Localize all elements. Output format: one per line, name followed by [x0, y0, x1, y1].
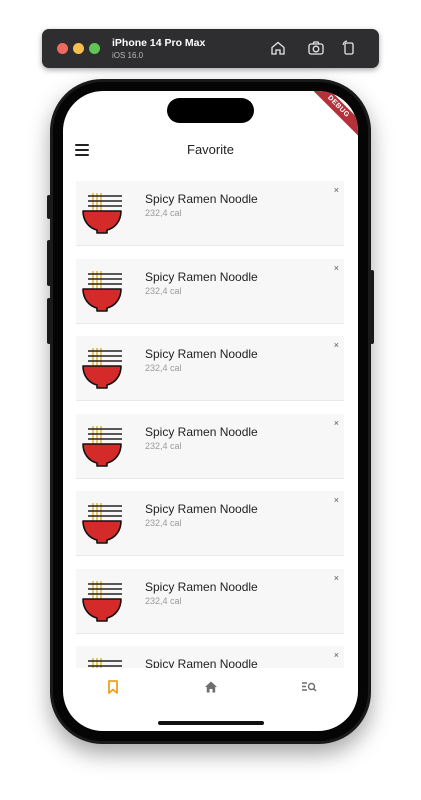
remove-favorite-button[interactable]: × — [334, 650, 339, 660]
minimize-window-button[interactable] — [73, 43, 84, 54]
home-icon[interactable] — [269, 39, 287, 57]
ramen-bowl-icon — [80, 500, 124, 548]
favorite-card[interactable]: Spicy Ramen Noodle 232,4 cal × — [76, 568, 344, 634]
bottom-navigation — [63, 673, 358, 703]
bookmark-icon[interactable] — [105, 679, 121, 695]
favorite-card[interactable]: Spicy Ramen Noodle × — [76, 646, 344, 668]
ramen-bowl-icon — [80, 655, 124, 668]
remove-favorite-button[interactable]: × — [334, 573, 339, 583]
favorite-card[interactable]: Spicy Ramen Noodle 232,4 cal × — [76, 413, 344, 479]
remove-favorite-button[interactable]: × — [334, 185, 339, 195]
ramen-bowl-icon — [80, 578, 124, 626]
ramen-bowl-icon — [80, 190, 124, 238]
volume-down-button — [47, 298, 51, 344]
power-button — [370, 270, 374, 344]
food-calories: 232,4 cal — [145, 595, 182, 606]
favorite-card[interactable]: Spicy Ramen Noodle 232,4 cal × — [76, 491, 344, 556]
ramen-bowl-icon — [80, 423, 124, 471]
app-bar: Favorite — [63, 131, 358, 169]
ramen-bowl-icon — [80, 268, 124, 316]
rotate-icon[interactable] — [340, 39, 358, 57]
favorite-card[interactable]: Spicy Ramen Noodle 232,4 cal × — [76, 181, 344, 246]
food-name: Spicy Ramen Noodle — [145, 192, 258, 206]
screenshot-icon[interactable] — [307, 39, 325, 57]
food-name: Spicy Ramen Noodle — [145, 424, 258, 439]
food-calories: 232,4 cal — [145, 208, 182, 218]
food-calories: 232,4 cal — [145, 285, 182, 296]
food-calories: 232,4 cal — [145, 518, 182, 528]
favorite-card[interactable]: Spicy Ramen Noodle 232,4 cal × — [76, 258, 344, 324]
home-indicator — [158, 721, 264, 725]
food-name: Spicy Ramen Noodle — [145, 657, 258, 668]
remove-favorite-button[interactable]: × — [334, 418, 339, 428]
food-name: Spicy Ramen Noodle — [145, 269, 258, 284]
ramen-bowl-icon — [80, 345, 124, 393]
food-name: Spicy Ramen Noodle — [145, 579, 258, 594]
home-icon[interactable] — [203, 679, 219, 695]
favorites-list: Spicy Ramen Noodle 232,4 cal × Spicy Ram… — [76, 181, 344, 668]
search-list-icon[interactable] — [301, 679, 317, 695]
page-title: Favorite — [187, 142, 234, 157]
food-calories: 232,4 cal — [145, 363, 182, 373]
food-calories: 232,4 cal — [145, 440, 182, 451]
food-name: Spicy Ramen Noodle — [145, 347, 258, 361]
remove-favorite-button[interactable]: × — [334, 263, 339, 273]
dynamic-island — [167, 98, 254, 123]
remove-favorite-button[interactable]: × — [334, 340, 339, 350]
zoom-window-button[interactable] — [89, 43, 100, 54]
phone-screen: DEBUG Favorite Spicy Ramen Noodle 232,4 … — [63, 91, 358, 731]
close-window-button[interactable] — [57, 43, 68, 54]
simulator-title-bar: iPhone 14 Pro Max iOS 16.0 — [42, 29, 379, 68]
volume-up-button — [47, 240, 51, 286]
os-version: iOS 16.0 — [112, 51, 144, 60]
remove-favorite-button[interactable]: × — [334, 495, 339, 505]
device-name: iPhone 14 Pro Max — [112, 37, 206, 49]
food-name: Spicy Ramen Noodle — [145, 502, 258, 516]
favorite-card[interactable]: Spicy Ramen Noodle 232,4 cal × — [76, 336, 344, 401]
silent-switch — [47, 195, 51, 219]
